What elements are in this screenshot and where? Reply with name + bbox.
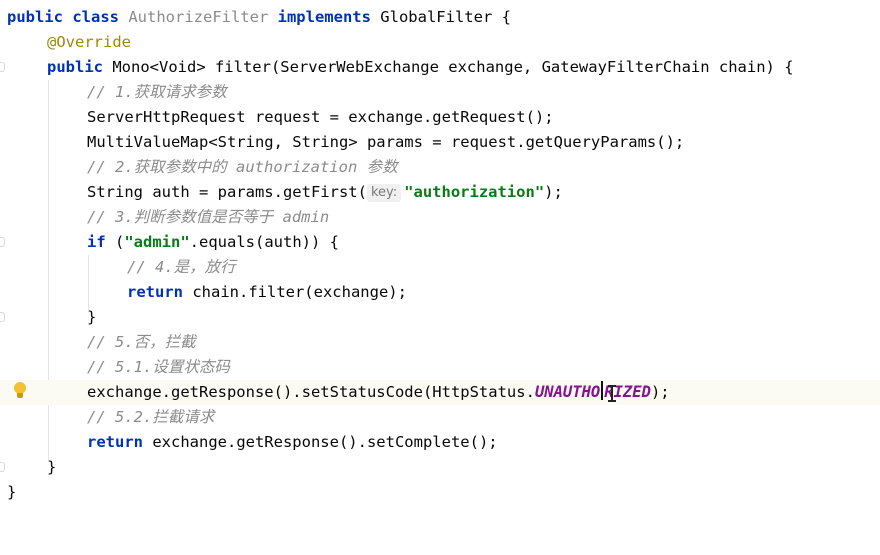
code-line[interactable]: } <box>0 305 880 330</box>
keyword: public <box>47 58 113 76</box>
comment: // 5.1.设置状态码 <box>87 358 230 376</box>
code-line[interactable]: // 3.判断参数值是否等于 admin <box>0 205 880 230</box>
code-line[interactable]: // 2.获取参数中的 authorization 参数 <box>0 155 880 180</box>
code-line[interactable]: // 5.否，拦截 <box>0 330 880 355</box>
code-text: MultiValueMap<String, String> params = r… <box>87 133 685 151</box>
keyword: return <box>127 283 193 301</box>
keyword: return <box>87 433 153 451</box>
code-line[interactable]: // 4.是，放行 <box>0 255 880 280</box>
keyword: implements <box>277 8 381 26</box>
comment: // 4.是，放行 <box>127 258 236 276</box>
code-line[interactable]: } <box>0 455 880 480</box>
annotation: @Override <box>47 33 131 51</box>
code-text: } <box>87 308 97 326</box>
lightbulb-icon[interactable] <box>13 381 27 400</box>
code-line[interactable]: MultiValueMap<String, String> params = r… <box>0 130 880 155</box>
code-line[interactable]: ServerHttpRequest request = exchange.get… <box>0 105 880 130</box>
code-text: Mono<Void> filter(ServerWebExchange exch… <box>112 58 794 76</box>
code-line[interactable]: @Override <box>0 30 880 55</box>
code-text: } <box>47 458 57 476</box>
code-line[interactable]: // 1.获取请求参数 <box>0 80 880 105</box>
code-text: .equals(auth)) { <box>189 233 339 251</box>
comment: // 1.获取请求参数 <box>87 83 227 101</box>
code-line[interactable]: return chain.filter(exchange); <box>0 280 880 305</box>
code-text: exchange.getResponse().setComplete(); <box>152 433 498 451</box>
code-line[interactable]: String auth = params.getFirst(key: "autho… <box>0 180 880 205</box>
constant: UNAUTHO <box>534 383 601 401</box>
code-text: ); <box>544 183 563 201</box>
code-text: GlobalFilter { <box>380 8 511 26</box>
code-line[interactable]: // 5.2.拦截请求 <box>0 405 880 430</box>
keyword: if <box>87 233 115 251</box>
code-line[interactable]: public class AuthorizeFilter implements … <box>0 5 880 30</box>
code-text: exchange.getResponse().setStatusCode(Htt… <box>87 383 535 401</box>
code-line[interactable]: } <box>0 480 880 505</box>
comment: // 5.否，拦截 <box>87 333 196 351</box>
code-text: ServerHttpRequest request = exchange.get… <box>87 108 554 126</box>
code-text: String auth = params.getFirst( <box>87 183 367 201</box>
string-literal: "authorization" <box>404 183 545 201</box>
comment: // 3.判断参数值是否等于 admin <box>87 208 330 226</box>
code-text: } <box>7 483 17 501</box>
code-line[interactable]: if ("admin".equals(auth)) { <box>0 230 880 255</box>
code-text: ); <box>650 383 670 401</box>
code-text: ( <box>115 233 125 251</box>
current-code-line[interactable]: exchange.getResponse().setStatusCode(Htt… <box>0 380 880 405</box>
code-line[interactable]: // 5.1.设置状态码 <box>0 355 880 380</box>
code-editor[interactable]: public class AuthorizeFilter implements … <box>0 0 880 517</box>
keyword: public class <box>7 8 129 26</box>
code-line[interactable]: public Mono<Void> filter(ServerWebExchan… <box>0 55 880 80</box>
text-cursor-icon <box>608 385 616 402</box>
comment: // 2.获取参数中的 authorization 参数 <box>87 158 398 176</box>
text-caret <box>601 381 604 400</box>
class-name: AuthorizeFilter <box>128 8 278 26</box>
code-line[interactable]: return exchange.getResponse().setComplet… <box>0 430 880 455</box>
comment: // 5.2.拦截请求 <box>87 408 215 426</box>
parameter-hint: key: <box>366 184 402 202</box>
string-literal: "admin" <box>124 233 190 251</box>
code-text: chain.filter(exchange); <box>192 283 407 301</box>
